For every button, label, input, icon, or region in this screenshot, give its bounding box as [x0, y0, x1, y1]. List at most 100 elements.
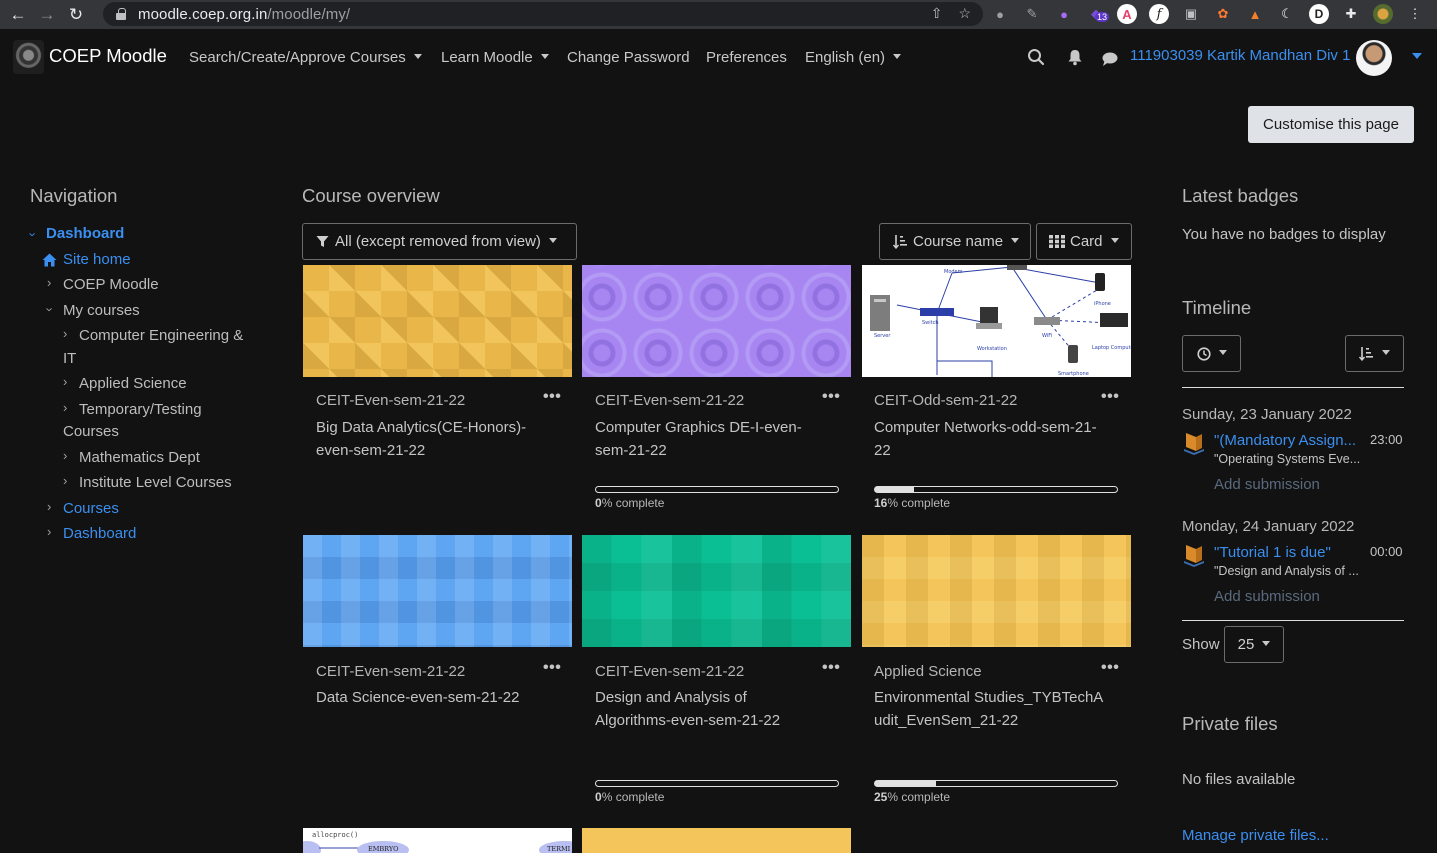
timeline-show-count-dropdown[interactable]: 25 [1224, 626, 1284, 663]
course-card-image[interactable]: allocproc() EMBRYO TERMI [303, 828, 572, 853]
course-actions-menu[interactable]: ••• [822, 659, 840, 677]
nav-coep-moodle[interactable]: COEP Moodle [63, 274, 159, 296]
extension-a-icon[interactable]: A [1117, 4, 1137, 24]
profile-avatar-icon[interactable] [1373, 4, 1393, 24]
nav-my-courses[interactable]: My courses [63, 300, 140, 322]
course-name-link[interactable]: Computer Networks-odd-sem-21-22 [874, 417, 1104, 462]
chevron-right-icon[interactable]: › [47, 275, 51, 290]
private-files-empty-text: No files available [1182, 771, 1296, 788]
add-submission-link[interactable]: Add submission [1214, 588, 1320, 605]
extension-purple-icon[interactable]: ● [1054, 4, 1074, 24]
svg-text:iPhone: iPhone [1094, 301, 1111, 307]
course-actions-menu[interactable]: ••• [543, 388, 561, 406]
svg-text:Laptop Computer: Laptop Computer [1092, 345, 1131, 351]
customise-page-button[interactable]: Customise this page [1248, 106, 1414, 143]
course-progress-bar [874, 486, 1118, 493]
extension-moon-icon[interactable]: ☾ [1277, 4, 1297, 24]
course-card-image[interactable] [303, 265, 572, 377]
menu-language[interactable]: English (en) [805, 49, 901, 66]
timeline-filter-dropdown[interactable] [1182, 335, 1241, 372]
address-bar[interactable]: moodle.coep.org.in/moodle/my/ ⇧ ☆ [103, 2, 983, 26]
chevron-down-icon [541, 233, 557, 250]
user-menu-name[interactable]: 111903039 Kartik Mandhan Div 1 [1130, 47, 1350, 64]
timeline-sort-dropdown[interactable] [1345, 335, 1404, 372]
nav-site-home[interactable]: Site home [63, 249, 131, 271]
share-icon[interactable]: ⇧ [931, 5, 943, 22]
extension-f-icon[interactable]: f [1149, 4, 1169, 24]
menu-change-password[interactable]: Change Password [567, 49, 690, 66]
chevron-right-icon[interactable]: › [47, 524, 51, 539]
chevron-right-icon[interactable]: › [63, 374, 67, 389]
course-name-link[interactable]: Computer Graphics DE-I-even-sem-21-22 [595, 417, 825, 462]
search-icon[interactable] [1027, 48, 1045, 66]
bookmark-star-icon[interactable]: ☆ [958, 5, 971, 22]
course-name-link[interactable]: Design and Analysis of Algorithms-even-s… [595, 687, 825, 732]
extension-pen-icon[interactable]: ✎ [1022, 4, 1042, 24]
extensions-puzzle-icon[interactable]: ✚ [1341, 4, 1361, 24]
chevron-right-icon[interactable]: › [63, 326, 67, 341]
nav-courses[interactable]: Courses [63, 498, 119, 520]
chevron-down-icon[interactable]: › [43, 307, 58, 311]
nav-category-mathematics[interactable]: Mathematics Dept [79, 447, 200, 469]
nav-category-institute-level[interactable]: Institute Level Courses [79, 472, 232, 494]
menu-search-create-approve[interactable]: Search/Create/Approve Courses [189, 49, 422, 66]
course-filter-dropdown[interactable]: All (except removed from view) [302, 223, 577, 260]
chevron-right-icon[interactable]: › [63, 400, 67, 415]
course-card-image[interactable] [582, 535, 851, 647]
course-name-link[interactable]: Big Data Analytics(CE-Honors)-even-sem-2… [316, 417, 546, 462]
nav-category-computer-engineering-cont[interactable]: IT [63, 348, 76, 370]
extension-orange-icon[interactable]: ✿ [1213, 4, 1233, 24]
course-name-link[interactable]: Data Science-even-sem-21-22 [316, 687, 546, 710]
course-card-image[interactable]: Modem Switch Server Workstation WiFi iPh… [862, 265, 1131, 377]
extension-badge-icon[interactable]: ◆13 [1086, 4, 1110, 24]
extension-d-icon[interactable]: D [1309, 4, 1329, 24]
manage-private-files-link[interactable]: Manage private files... [1182, 827, 1329, 844]
chevron-right-icon[interactable]: › [63, 473, 67, 488]
course-card-image[interactable] [582, 828, 851, 853]
nav-category-temporary-testing[interactable]: Temporary/Testing [79, 399, 202, 421]
course-card-image[interactable] [303, 535, 572, 647]
site-brand[interactable]: COEP Moodle [49, 45, 167, 67]
chevron-right-icon[interactable]: › [47, 499, 51, 514]
add-submission-link[interactable]: Add submission [1214, 476, 1320, 493]
course-actions-menu[interactable]: ••• [822, 388, 840, 406]
forward-icon[interactable]: → [36, 4, 58, 26]
chevron-right-icon[interactable]: › [63, 448, 67, 463]
extension-camera-icon[interactable]: ▣ [1181, 4, 1201, 24]
extension-fox-icon[interactable]: ▲ [1245, 4, 1265, 24]
course-actions-menu[interactable]: ••• [1101, 388, 1119, 406]
back-icon[interactable]: ← [7, 4, 29, 26]
course-sort-dropdown[interactable]: Course name [879, 223, 1031, 260]
messages-icon[interactable] [1101, 50, 1119, 68]
nav-category-computer-engineering[interactable]: Computer Engineering & [79, 325, 243, 347]
menu-learn-moodle[interactable]: Learn Moodle [441, 49, 549, 66]
timeline-event-link[interactable]: "(Mandatory Assign... [1214, 432, 1360, 449]
course-card-image[interactable] [582, 265, 851, 377]
timeline-divider [1182, 620, 1404, 621]
user-avatar[interactable] [1356, 40, 1392, 76]
nav-dashboard[interactable]: Dashboard [46, 223, 124, 245]
browser-menu-icon[interactable]: ⋮ [1405, 4, 1425, 24]
course-name-link[interactable]: Environmental Studies_TYBTechAudit_EvenS… [874, 687, 1110, 732]
timeline-divider [1182, 387, 1404, 388]
course-card-image[interactable] [862, 535, 1131, 647]
user-menu-chevron-icon[interactable] [1412, 53, 1422, 59]
nav-category-temporary-testing-cont[interactable]: Courses [63, 421, 119, 443]
nav-dashboard-secondary[interactable]: Dashboard [63, 523, 136, 545]
timeline-event-link[interactable]: "Tutorial 1 is due" [1214, 544, 1360, 561]
menu-preferences[interactable]: Preferences [706, 49, 787, 66]
course-view-dropdown[interactable]: Card [1036, 223, 1132, 260]
nav-category-applied-science[interactable]: Applied Science [79, 373, 187, 395]
reload-icon[interactable]: ↻ [65, 4, 87, 26]
url-text: moodle.coep.org.in/moodle/my/ [138, 5, 351, 23]
latest-badges-title: Latest badges [1182, 185, 1299, 206]
timeline-event-time: 23:00 [1370, 432, 1403, 447]
chevron-down-icon [1374, 345, 1390, 362]
course-actions-menu[interactable]: ••• [543, 659, 561, 677]
chevron-down-icon[interactable]: › [26, 232, 41, 236]
notifications-bell-icon[interactable] [1066, 48, 1084, 66]
process-diagram-image: allocproc() EMBRYO TERMI [303, 831, 572, 853]
course-actions-menu[interactable]: ••• [1101, 659, 1119, 677]
coep-logo[interactable] [13, 40, 44, 74]
extension-dot-icon[interactable]: ● [990, 4, 1010, 24]
